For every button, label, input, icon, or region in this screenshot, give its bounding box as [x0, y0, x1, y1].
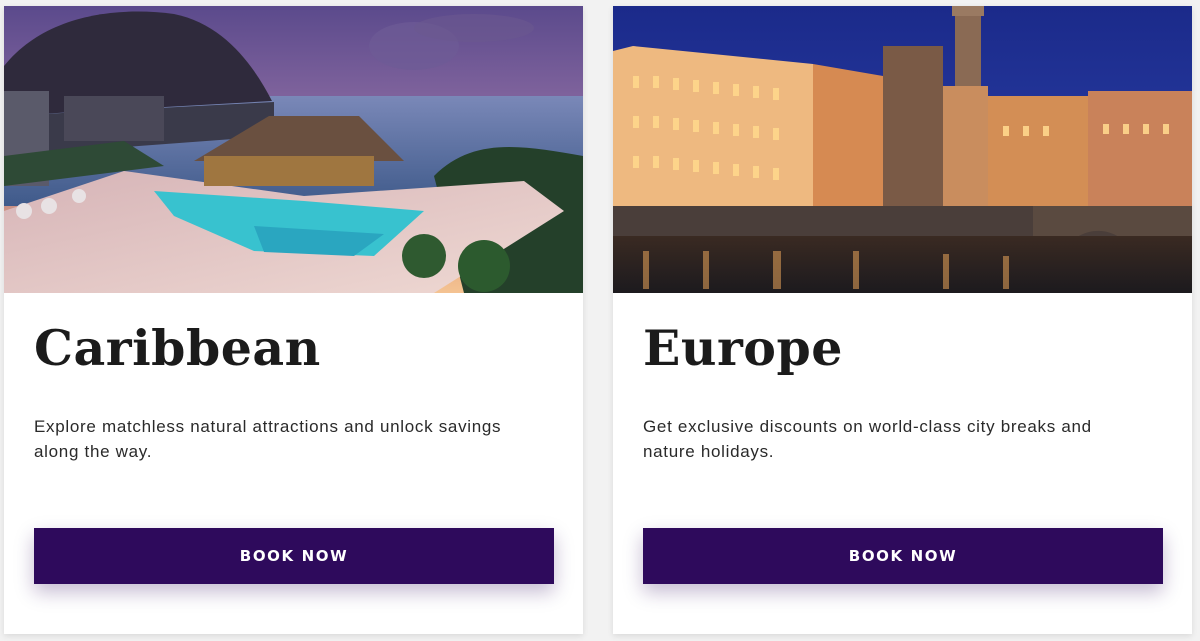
destination-card-europe: Europe Get exclusive discounts on world-… [613, 6, 1192, 634]
book-now-button[interactable]: BOOK NOW [34, 528, 554, 584]
card-description: Get exclusive discounts on world-class c… [643, 417, 1092, 461]
card-title: Caribbean [34, 319, 321, 377]
card-description: Explore matchless natural attractions an… [34, 417, 502, 461]
card-title: Europe [643, 319, 843, 377]
caribbean-resort-image [4, 6, 583, 293]
destination-card-caribbean: Caribbean Explore matchless natural attr… [4, 6, 583, 634]
europe-city-image [613, 6, 1192, 293]
book-now-button[interactable]: BOOK NOW [643, 528, 1163, 584]
